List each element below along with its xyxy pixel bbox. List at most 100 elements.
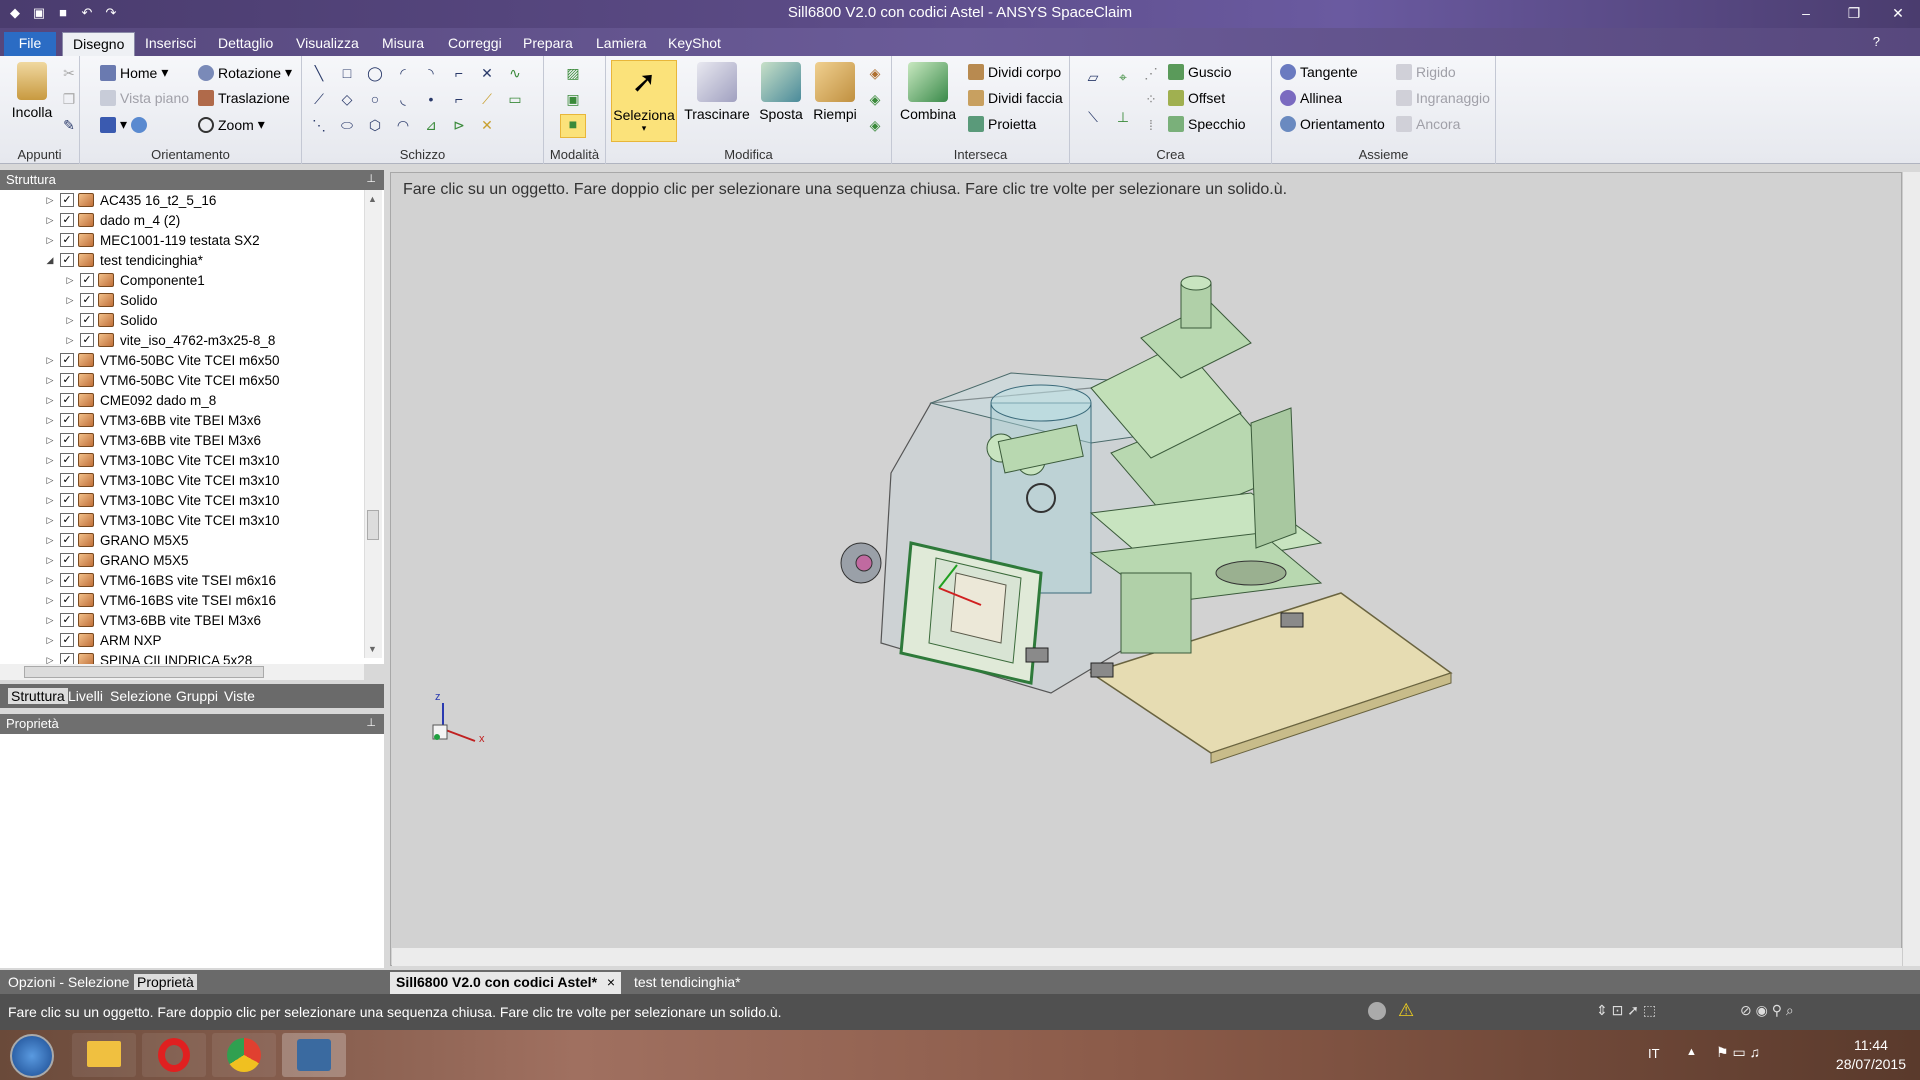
expand-icon[interactable]: ▷ (44, 195, 56, 206)
restore-button[interactable]: ❐ (1834, 2, 1874, 24)
visibility-checkbox[interactable]: ✓ (60, 593, 74, 607)
visibility-checkbox[interactable]: ✓ (60, 373, 74, 387)
guscio-button[interactable]: Guscio (1168, 64, 1232, 80)
home-button[interactable]: Home ▾ (100, 64, 168, 81)
traslazione-button[interactable]: Traslazione (198, 90, 290, 106)
expand-icon[interactable]: ▷ (44, 595, 56, 606)
display-options-icon[interactable]: ⊘ ◉ ⚲ ⌕ (1740, 1002, 1794, 1019)
visibility-checkbox[interactable]: ✓ (60, 253, 74, 267)
scroll-down-icon[interactable]: ▼ (368, 644, 377, 654)
viewport-horizontal-scrollbar[interactable] (392, 948, 1902, 966)
tangente-button[interactable]: Tangente (1280, 64, 1358, 80)
section-mode-icon[interactable]: ▣ (564, 90, 582, 108)
cut-icon[interactable]: ✂ (60, 64, 78, 82)
dividi-faccia-button[interactable]: Dividi faccia (968, 90, 1063, 106)
line-create-icon[interactable]: ⟍ (1084, 108, 1102, 126)
chrome-app-icon[interactable] (212, 1033, 276, 1077)
tree-item[interactable]: ▷ ✓ Componente1 (64, 270, 205, 290)
tab-livelli[interactable]: Livelli (68, 688, 103, 704)
point-icon[interactable]: • (422, 90, 440, 108)
tree-item[interactable]: ▷ ✓ VTM3-10BC Vite TCEI m3x10 (44, 490, 280, 510)
collapse-icon[interactable]: ◢ (44, 255, 56, 266)
tree-item[interactable]: ▷ ✓ VTM3-6BB vite TBEI M3x6 (44, 410, 262, 430)
plane-icon[interactable]: ▱ (1084, 68, 1102, 86)
blend-icon[interactable]: ◈ (866, 64, 884, 82)
expand-icon[interactable]: ▷ (44, 535, 56, 546)
expand-icon[interactable]: ▷ (44, 475, 56, 486)
tree-item[interactable]: ▷ ✓ Solido (64, 310, 158, 330)
expand-icon[interactable]: ▷ (44, 375, 56, 386)
linear-pattern-icon[interactable]: ⁘ (1142, 90, 1160, 108)
tree-item[interactable]: ▷ ✓ AC435 16_t2_5_16 (44, 190, 217, 210)
help-icon[interactable]: ? (1873, 34, 1880, 49)
3d-mode-icon[interactable]: ■ (560, 114, 586, 138)
expand-icon[interactable]: ▷ (44, 575, 56, 586)
expand-icon[interactable]: ▷ (44, 355, 56, 366)
visibility-checkbox[interactable]: ✓ (60, 493, 74, 507)
visibility-checkbox[interactable]: ✓ (60, 353, 74, 367)
rotazione-button[interactable]: Rotazione ▾ (198, 64, 292, 81)
visibility-checkbox[interactable]: ✓ (60, 633, 74, 647)
tweak-face-icon[interactable]: ◈ (866, 116, 884, 134)
tab-gruppi[interactable]: Gruppi (176, 688, 218, 704)
tree-item[interactable]: ▷ ✓ VTM6-16BS vite TSEI m6x16 (44, 570, 277, 590)
arc-icon[interactable]: ◜ (394, 64, 412, 82)
expand-icon[interactable]: ▷ (44, 515, 56, 526)
visibility-checkbox[interactable]: ✓ (60, 473, 74, 487)
show-hidden-icons[interactable]: ▲ (1686, 1046, 1697, 1058)
tab-file[interactable]: File (4, 32, 56, 56)
expand-icon[interactable]: ▷ (44, 455, 56, 466)
construction-line-icon[interactable]: ⋱ (310, 116, 328, 134)
three-point-rect-icon[interactable]: ◇ (338, 90, 356, 108)
combina-button[interactable]: Combina (898, 60, 958, 122)
expand-icon[interactable]: ▷ (44, 635, 56, 646)
proietta-button[interactable]: Proietta (968, 116, 1036, 132)
axis-triad[interactable] (423, 689, 493, 759)
pin-icon[interactable]: ⊥ (366, 716, 376, 729)
arc-tangent-icon[interactable]: ◝ (422, 64, 440, 82)
fillet-icon[interactable]: ⌐ (450, 64, 468, 82)
expand-icon[interactable]: ▷ (44, 215, 56, 226)
tree-item[interactable]: ▷ ✓ CME092 dado m_8 (44, 390, 217, 410)
tab-disegno[interactable]: Disegno (62, 32, 136, 56)
opera-app-icon[interactable] (142, 1033, 206, 1077)
3d-viewport[interactable]: Fare clic su un oggetto. Fare doppio cli… (390, 172, 1902, 966)
visibility-checkbox[interactable]: ✓ (60, 613, 74, 627)
viewport-vertical-scrollbar[interactable] (1902, 172, 1920, 966)
visibility-checkbox[interactable]: ✓ (60, 213, 74, 227)
copy-icon[interactable]: ❐ (60, 90, 78, 108)
corner-icon[interactable]: ⌐ (450, 90, 468, 108)
expand-icon[interactable]: ▷ (64, 295, 76, 306)
ingranaggio-button[interactable]: Ingranaggio (1396, 90, 1490, 106)
expand-icon[interactable]: ▷ (44, 395, 56, 406)
visibility-checkbox[interactable]: ✓ (80, 273, 94, 287)
visibility-checkbox[interactable]: ✓ (60, 573, 74, 587)
sketch-mode-icon[interactable]: ▨ (564, 64, 582, 82)
tree-hscroll-thumb[interactable] (24, 666, 264, 678)
visibility-checkbox[interactable]: ✓ (80, 333, 94, 347)
ellipse-icon[interactable]: ⬭ (338, 116, 356, 134)
tree-item[interactable]: ▷ ✓ VTM3-10BC Vite TCEI m3x10 (44, 470, 280, 490)
spline-icon[interactable]: ∿ (506, 64, 524, 82)
line-icon[interactable]: ╲ (310, 64, 328, 82)
tree-item[interactable]: ▷ ✓ vite_iso_4762-m3x25-8_8 (64, 330, 276, 350)
orientamento-assieme-button[interactable]: Orientamento (1280, 116, 1385, 132)
sweep-arc-icon[interactable]: ◟ (394, 90, 412, 108)
selection-filter-icon[interactable]: ⇕ ⊡ ➚ ⬚ (1596, 1002, 1656, 1019)
trim-icon[interactable]: ✕ (478, 64, 496, 82)
visibility-checkbox[interactable]: ✓ (80, 313, 94, 327)
dividi-corpo-button[interactable]: Dividi corpo (968, 64, 1061, 80)
view-cube-button[interactable]: ▾ (100, 116, 148, 133)
axis-icon[interactable]: ⋰ (1142, 64, 1160, 82)
tree-item[interactable]: ▷ ✓ VTM6-16BS vite TSEI m6x16 (44, 590, 277, 610)
tab-struttura[interactable]: Struttura (8, 688, 68, 704)
incolla-button[interactable]: Incolla (6, 60, 58, 120)
move-grid-icon[interactable]: ✕ (478, 116, 496, 134)
clock[interactable]: 11:44 28/07/2015 (1836, 1036, 1906, 1074)
tangent-line-icon[interactable]: ⟋ (310, 90, 328, 108)
visibility-checkbox[interactable]: ✓ (60, 513, 74, 527)
tree-item[interactable]: ▷ ✓ VTM3-10BC Vite TCEI m3x10 (44, 510, 280, 530)
visibility-checkbox[interactable]: ✓ (60, 413, 74, 427)
rect-pattern-icon[interactable]: ⁞ (1142, 116, 1160, 134)
expand-icon[interactable]: ▷ (44, 615, 56, 626)
